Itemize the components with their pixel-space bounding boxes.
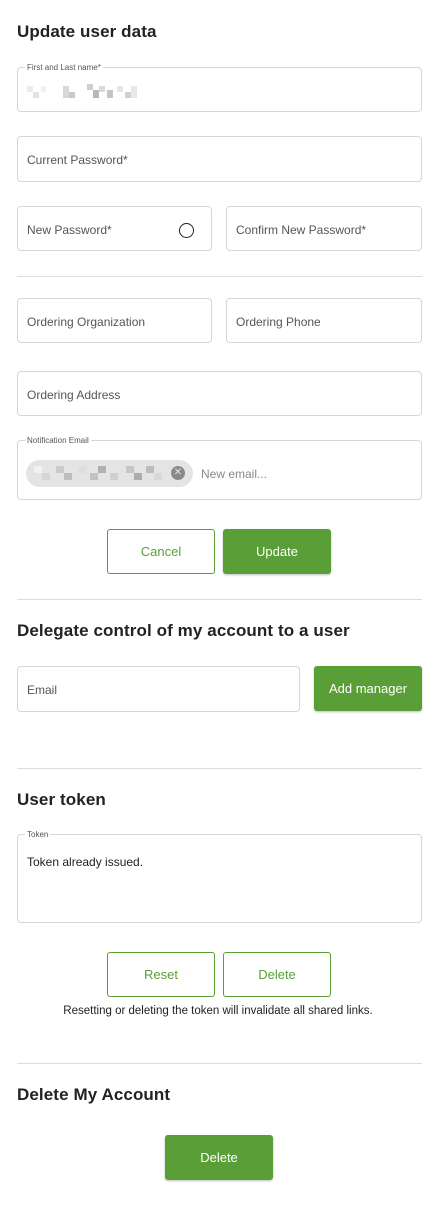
delegate-email-field[interactable]: Email — [17, 666, 300, 712]
add-manager-button[interactable]: Add manager — [314, 666, 422, 711]
token-value: Token already issued. — [27, 855, 144, 869]
delete-account-title: Delete My Account — [17, 1085, 171, 1104]
delete-token-button[interactable]: Delete — [223, 952, 331, 997]
close-circle-icon[interactable]: ✕ — [171, 466, 185, 480]
name-value-redacted — [27, 84, 147, 102]
token-field[interactable]: Token Token already issued. — [17, 829, 422, 923]
ordering-organization-placeholder: Ordering Organization — [27, 315, 146, 329]
divider — [17, 768, 422, 769]
current-password-placeholder: Current Password* — [27, 153, 128, 167]
reset-token-button[interactable]: Reset — [107, 952, 215, 997]
divider — [17, 1063, 422, 1064]
new-password-field[interactable]: New Password* — [17, 206, 212, 251]
email-chip-redacted — [34, 466, 166, 480]
divider — [17, 276, 422, 277]
delete-account-button[interactable]: Delete — [165, 1135, 273, 1180]
update-title: Update user data — [17, 22, 157, 41]
divider — [17, 599, 422, 600]
current-password-field[interactable]: Current Password* — [17, 136, 422, 182]
circle-icon[interactable] — [179, 223, 194, 238]
new-email-placeholder[interactable]: New email... — [201, 467, 267, 481]
ordering-address-placeholder: Ordering Address — [27, 388, 121, 402]
ordering-organization-field[interactable]: Ordering Organization — [17, 298, 212, 343]
token-warning: Resetting or deleting the token will inv… — [63, 1005, 373, 1017]
token-title: User token — [17, 790, 106, 809]
name-field[interactable]: First and Last name* — [17, 62, 422, 112]
ordering-phone-placeholder: Ordering Phone — [236, 315, 321, 329]
cancel-button[interactable]: Cancel — [107, 529, 215, 574]
delegate-email-placeholder: Email — [27, 683, 58, 697]
update-button[interactable]: Update — [223, 529, 331, 574]
notification-email-label: Notification Email — [25, 435, 91, 446]
email-chip: ✕ — [26, 460, 193, 487]
ordering-phone-field[interactable]: Ordering Phone — [226, 298, 422, 343]
new-password-placeholder: New Password* — [27, 223, 112, 237]
confirm-password-field[interactable]: Confirm New Password* — [226, 206, 422, 251]
token-label: Token — [25, 829, 51, 840]
confirm-password-placeholder: Confirm New Password* — [236, 223, 367, 237]
notification-email-field[interactable]: Notification Email ✕ New email... — [17, 435, 422, 500]
ordering-address-field[interactable]: Ordering Address — [17, 371, 422, 416]
name-field-label: First and Last name* — [25, 62, 103, 73]
delegate-title: Delegate control of my account to a user — [17, 621, 350, 640]
